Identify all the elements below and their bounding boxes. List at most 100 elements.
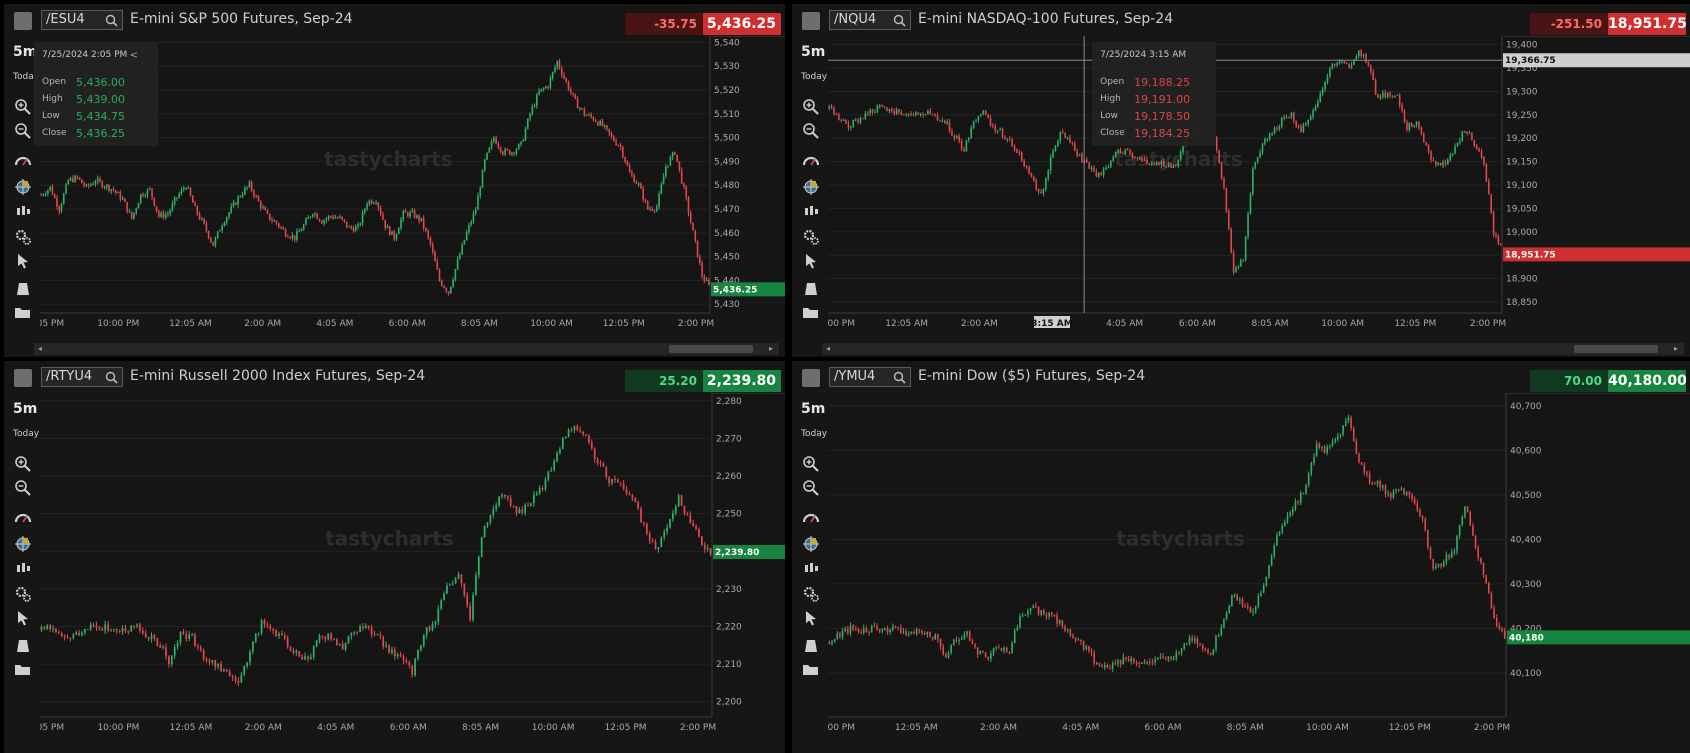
trapezoid-icon[interactable]	[802, 280, 820, 298]
tooltip-timestamp: 7/25/2024 3:15 AM	[1100, 50, 1187, 60]
candle	[156, 637, 159, 647]
candles-icon[interactable]	[14, 559, 32, 577]
zoom-in-icon[interactable]	[14, 455, 32, 473]
chart-scrollbar[interactable]: ◂ ▸	[822, 343, 1684, 355]
price-chart[interactable]: 19,40019,35019,30019,25019,20019,15019,1…	[792, 4, 1690, 357]
candle	[422, 634, 425, 648]
speedometer-icon[interactable]	[802, 509, 820, 527]
zoom-in-icon[interactable]	[802, 98, 820, 116]
crosshair-globe-icon[interactable]	[14, 178, 32, 196]
candle	[1487, 581, 1490, 594]
chart-panel-4: /YMU4 E-mini Dow ($5) Futures, Sep-24 70.0…	[792, 361, 1690, 753]
zoom-out-icon[interactable]	[802, 122, 820, 140]
cursor-icon[interactable]	[14, 252, 32, 270]
folder-icon[interactable]	[14, 304, 32, 322]
cursor-icon[interactable]	[802, 252, 820, 270]
svg-text:8:05 AM: 8:05 AM	[1252, 319, 1289, 329]
candle	[645, 522, 648, 536]
trapezoid-icon[interactable]	[802, 637, 820, 655]
folder-icon[interactable]	[802, 304, 820, 322]
zoom-in-icon[interactable]	[802, 455, 820, 473]
candles-icon[interactable]	[802, 202, 820, 220]
chart-scrollbar[interactable]: ◂ ▸	[34, 343, 779, 355]
crosshair-globe-icon[interactable]	[802, 535, 820, 553]
x-tick-label: 2:00 AM	[980, 723, 1017, 733]
candle	[1424, 517, 1427, 532]
x-tick-label: 10:00 AM	[1306, 723, 1349, 733]
speedometer-icon[interactable]	[14, 152, 32, 170]
scroll-left-icon[interactable]: ◂	[822, 343, 834, 355]
timeframe-selector[interactable]: 5m	[801, 401, 825, 417]
x-tick-label: 12:05 PM	[1394, 319, 1436, 329]
trapezoid-icon[interactable]	[14, 637, 32, 655]
candle	[1220, 161, 1223, 181]
crosshair-globe-icon[interactable]	[14, 535, 32, 553]
scroll-thumb[interactable]	[1574, 345, 1658, 353]
timeframe-selector[interactable]: 5m	[13, 401, 37, 417]
candle	[189, 187, 192, 197]
y-tick-label: 2,220	[716, 622, 742, 632]
tooltip-collapse-icon[interactable]: <	[130, 50, 138, 61]
today-button[interactable]: Today	[13, 429, 39, 439]
folder-icon[interactable]	[802, 661, 820, 679]
svg-text:5,436.25: 5,436.25	[713, 285, 757, 295]
candle	[388, 225, 391, 236]
price-chart[interactable]: 2,2802,2702,2602,2502,2402,2302,2202,210…	[4, 361, 785, 753]
y-tick-label: 19,200	[1506, 134, 1538, 144]
zoom-out-icon[interactable]	[14, 479, 32, 497]
today-button[interactable]: Today	[801, 72, 827, 82]
candle	[62, 192, 65, 205]
candles-icon[interactable]	[14, 202, 32, 220]
candle	[130, 211, 133, 220]
today-button[interactable]: Today	[801, 429, 827, 439]
candle	[1231, 594, 1233, 607]
candle	[298, 650, 301, 658]
svg-text:6:00 AM: 6:00 AM	[1179, 319, 1216, 329]
trapezoid-icon[interactable]	[14, 280, 32, 298]
y-tick-label: 40,100	[1510, 669, 1542, 679]
chart-panel-2: /NQU4 E-mini NASDAQ-100 Futures, Sep-24 -2…	[792, 4, 1690, 357]
candle	[1252, 166, 1254, 197]
scroll-right-icon[interactable]: ▸	[765, 343, 777, 355]
price-chart[interactable]: 40,70040,60040,50040,40040,30040,20040,1…	[792, 361, 1690, 753]
settings-gears-icon[interactable]	[14, 228, 32, 246]
x-tick-label: 2:00 PM	[678, 319, 714, 329]
folder-icon[interactable]	[14, 661, 32, 679]
candle	[1218, 149, 1220, 165]
x-tick-label: 6:00 AM	[1145, 723, 1182, 733]
zoom-out-icon[interactable]	[802, 479, 820, 497]
candle	[692, 222, 694, 231]
x-tick-label: 2:00 AM	[245, 723, 282, 733]
settings-gears-icon[interactable]	[802, 585, 820, 603]
settings-gears-icon[interactable]	[14, 585, 32, 603]
y-tick-label: 5,470	[714, 205, 740, 215]
candle	[477, 555, 480, 579]
zoom-out-icon[interactable]	[14, 122, 32, 140]
candle	[979, 650, 982, 655]
y-tick-label: 5,430	[714, 300, 740, 310]
scroll-left-icon[interactable]: ◂	[34, 343, 46, 355]
candle	[139, 193, 142, 205]
candle	[315, 639, 318, 648]
candles-icon[interactable]	[802, 559, 820, 577]
x-tick-label: 10:00 PM	[97, 319, 139, 329]
cursor-icon[interactable]	[802, 609, 820, 627]
scroll-right-icon[interactable]: ▸	[1670, 343, 1682, 355]
scroll-thumb[interactable]	[669, 345, 753, 353]
speedometer-icon[interactable]	[14, 509, 32, 527]
svg-text:3:15 AM: 3:15 AM	[1031, 319, 1072, 329]
zoom-in-icon[interactable]	[14, 98, 32, 116]
settings-gears-icon[interactable]	[802, 228, 820, 246]
candle	[1227, 208, 1230, 231]
crosshair-globe-icon[interactable]	[802, 178, 820, 196]
candle	[1228, 604, 1231, 614]
svg-text:18,951.75: 18,951.75	[1505, 250, 1556, 260]
timeframe-selector[interactable]: 5m	[801, 44, 825, 60]
speedometer-icon[interactable]	[802, 152, 820, 170]
candle	[984, 110, 987, 116]
candle	[1212, 649, 1215, 656]
candle	[388, 644, 390, 654]
y-tick-label: 18,900	[1506, 275, 1538, 285]
candle	[524, 126, 527, 142]
cursor-icon[interactable]	[14, 609, 32, 627]
